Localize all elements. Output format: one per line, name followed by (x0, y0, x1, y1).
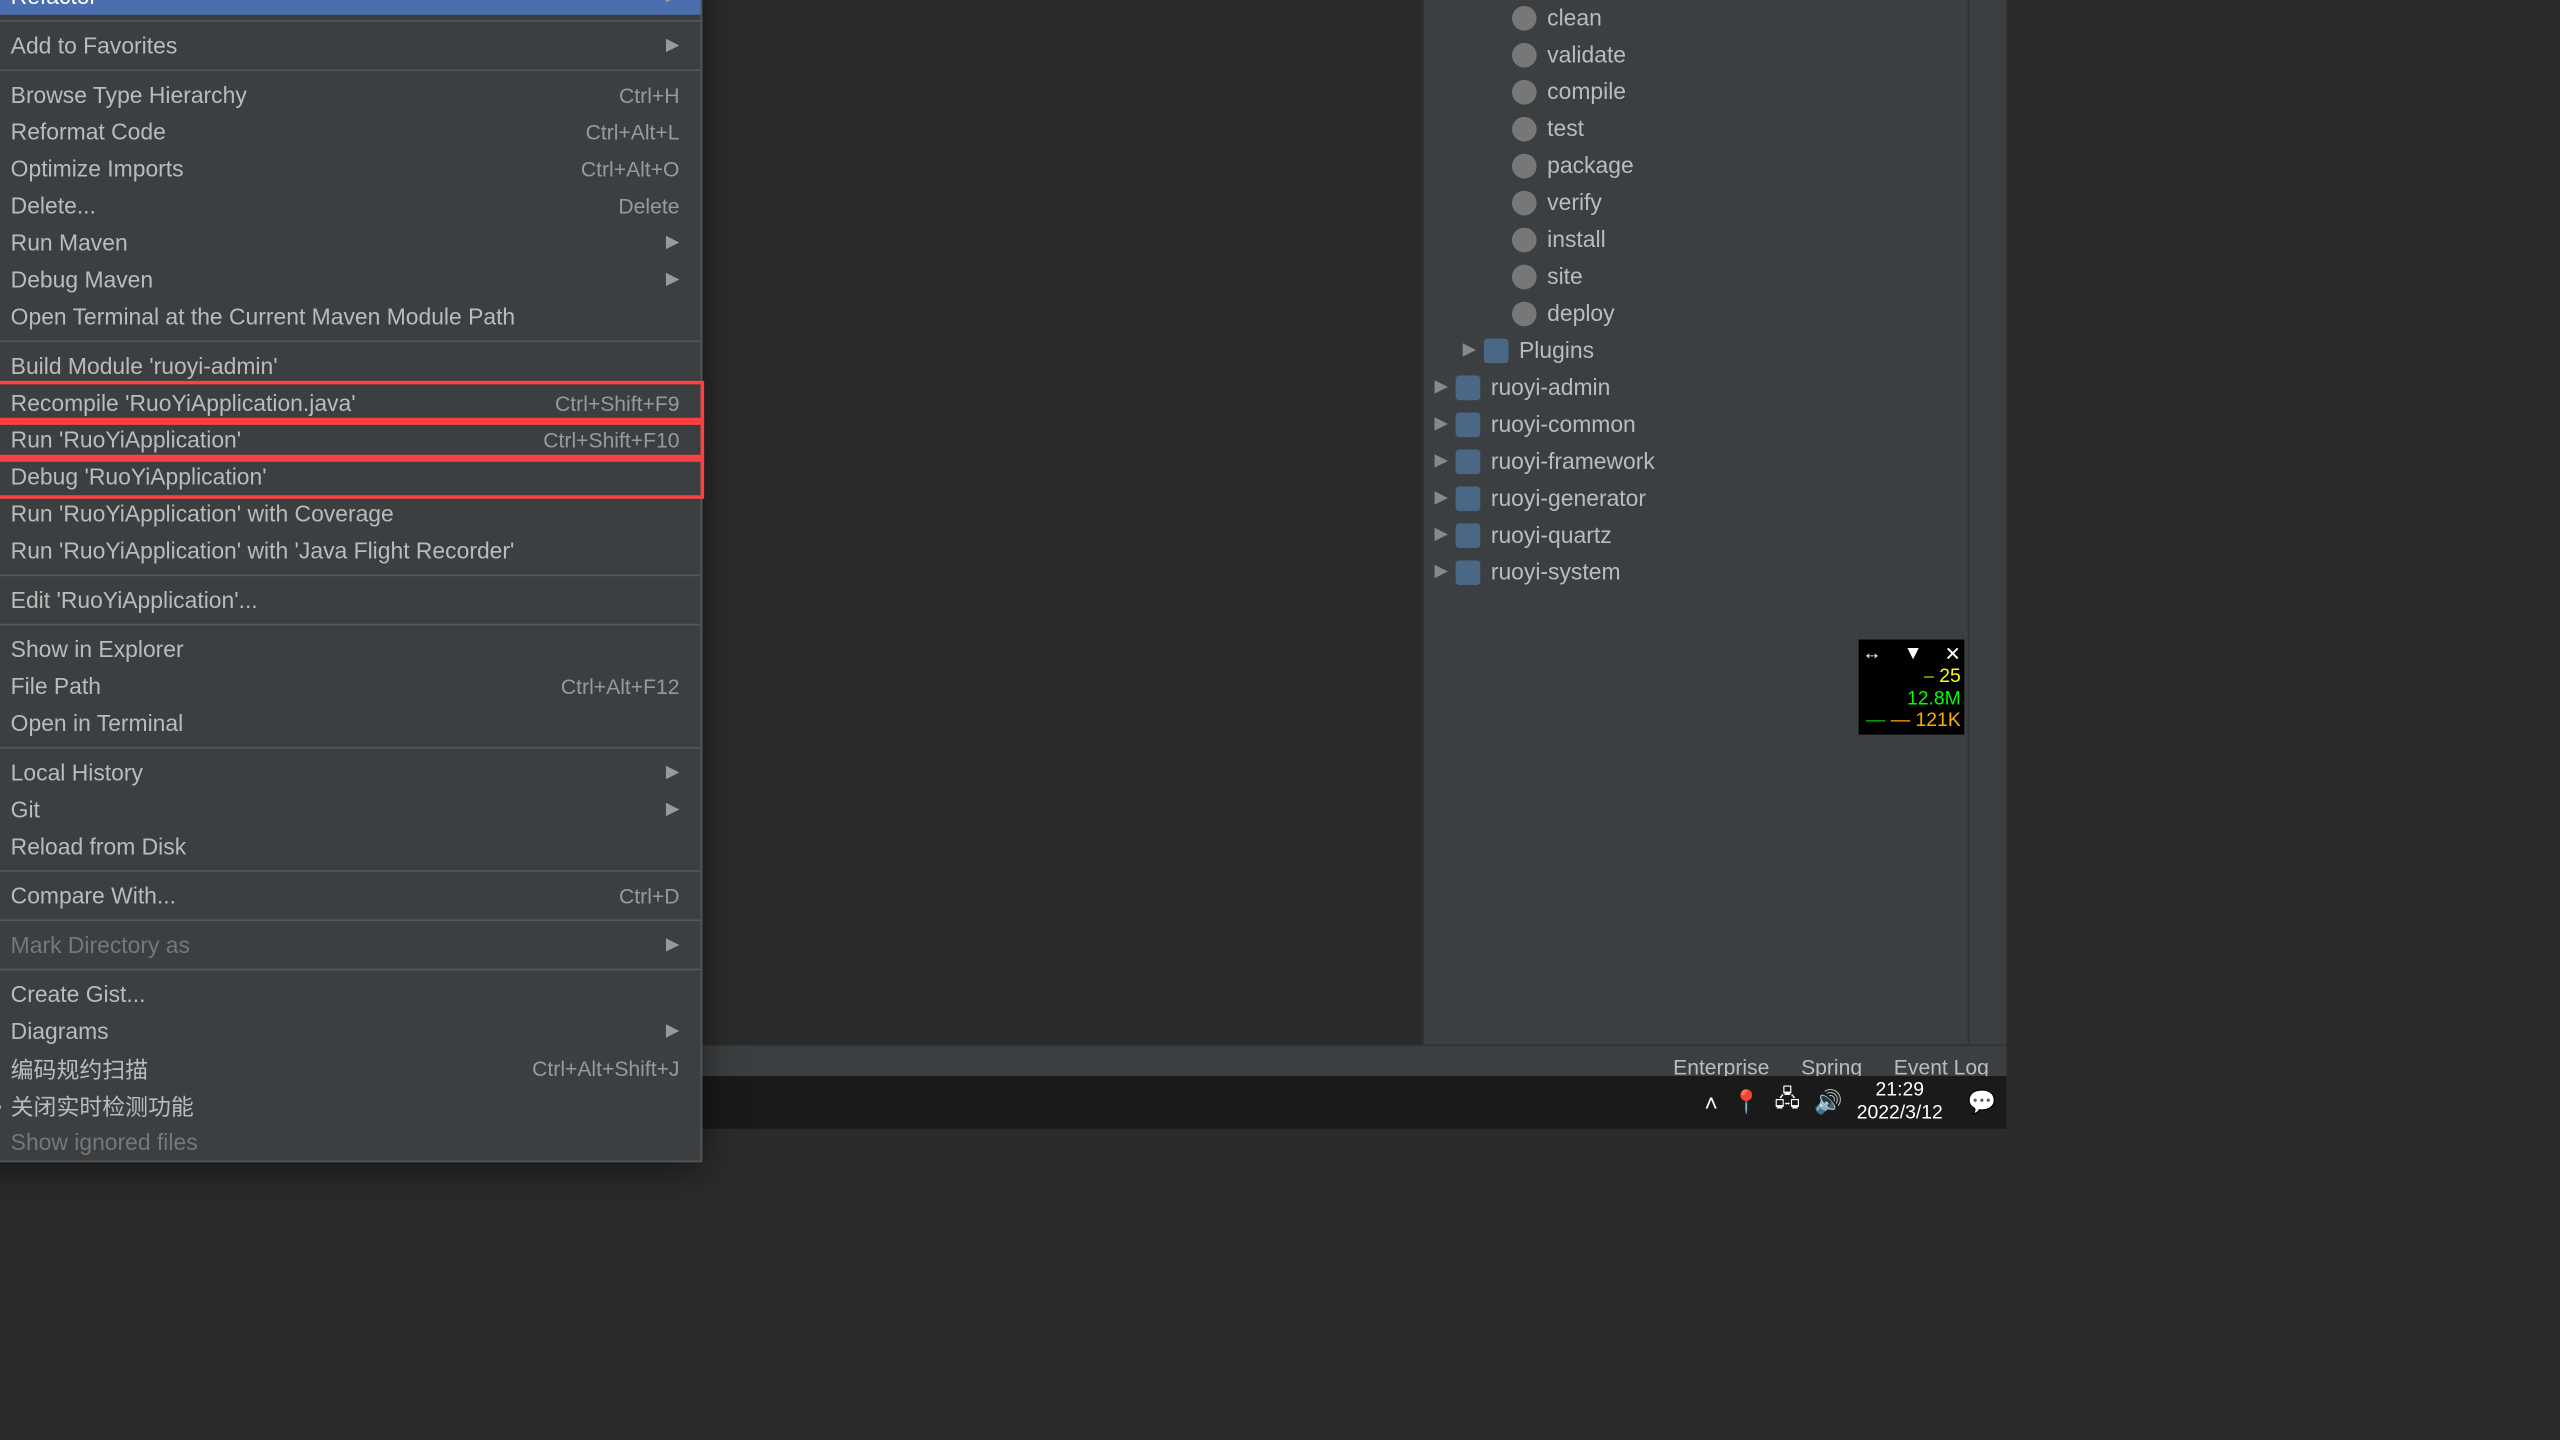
ctx-run-maven[interactable]: mRun Maven▶ (0, 224, 701, 261)
ctx-------[interactable]: 📋编码规约扫描Ctrl+Alt+Shift+J (0, 1050, 701, 1087)
ctx-create-gist---[interactable]: ◯Create Gist... (0, 976, 701, 1013)
ctx-add-to-favorites[interactable]: Add to Favorites▶ (0, 27, 701, 64)
bottom-tab-eventlog[interactable]: Event Log (1894, 1054, 1989, 1079)
ctx---------[interactable]: 👁关闭实时检测功能 (0, 1087, 701, 1124)
bottom-tab-spring[interactable]: Spring (1801, 1054, 1862, 1079)
tray-location-icon[interactable]: 📍 (1732, 1088, 1760, 1116)
tray-network-icon[interactable]: 🖧 (1775, 1083, 1801, 1122)
tray-notifications-icon[interactable]: 💬 (1967, 1088, 1995, 1116)
ctx-edit--ruoyiapplication----[interactable]: ✎Edit 'RuoYiApplication'... (0, 581, 701, 618)
maven-ruoyi-framework[interactable]: ▶ruoyi-framework (1424, 442, 1968, 479)
maven-tree[interactable]: ▼ruoyi (root)▼Lifecyclecleanvalidatecomp… (1424, 0, 1968, 1044)
ctx-reload-from-disk[interactable]: ⟳Reload from Disk (0, 828, 701, 865)
maven-clean[interactable]: clean (1424, 0, 1968, 36)
ctx-open-terminal-at-the-current-maven-module-path[interactable]: mOpen Terminal at the Current Maven Modu… (0, 298, 701, 335)
ctx-mark-directory-as: Mark Directory as▶ (0, 926, 701, 963)
ctx-refactor[interactable]: Refactor▶ (0, 0, 701, 15)
ctx-local-history[interactable]: Local History▶ (0, 754, 701, 791)
maven-deploy[interactable]: deploy (1424, 295, 1968, 332)
bottom-tab-enterprise[interactable]: Enterprise (1673, 1054, 1769, 1079)
context-menu[interactable]: New▶✂CutCtrl+XCopy▶📋PasteCtrl+VFind Usag… (0, 0, 702, 1162)
ctx-reformat-code[interactable]: Reformat CodeCtrl+Alt+L (0, 113, 701, 150)
maven-panel: Maven ⚙ — ⟳ 📁 ⬇ ＋ ▶ m ⧸ ◉ Ξ » ▼ruoyi (ro… (1422, 0, 1968, 1044)
ctx-diagrams[interactable]: Diagrams▶ (0, 1013, 701, 1050)
maven-validate[interactable]: validate (1424, 36, 1968, 73)
maven-package[interactable]: package (1424, 147, 1968, 184)
toolwindow-codeglance[interactable]: CodeGlance (1985, 0, 2006, 1030)
ctx-file-path[interactable]: File PathCtrl+Alt+F12 (0, 668, 701, 705)
ctx-compare-with---[interactable]: ⇄Compare With...Ctrl+D (0, 877, 701, 914)
ctx-debug-maven[interactable]: mDebug Maven▶ (0, 261, 701, 298)
ctx-delete---[interactable]: Delete...Delete (0, 187, 701, 224)
maven-ruoyi-common[interactable]: ▶ruoyi-common (1424, 405, 1968, 442)
taskbar-clock[interactable]: 21:29 2022/3/12 (1857, 1080, 1954, 1126)
toolwindow-keypromoter[interactable]: Key Promoter X (1943, 0, 1964, 1030)
right-tool-gutter: CodeGlance Maven Key Promoter X (1968, 0, 2007, 1044)
maven-verify[interactable]: verify (1424, 184, 1968, 221)
ctx-browse-type-hierarchy[interactable]: Browse Type HierarchyCtrl+H (0, 76, 701, 113)
maven-plugins[interactable]: ▶Plugins (1424, 332, 1968, 369)
ctx-recompile--ruoyiapplication-java-[interactable]: Recompile 'RuoYiApplication.java'Ctrl+Sh… (0, 384, 701, 421)
toolwindow-maven[interactable]: Maven (1964, 0, 1985, 1030)
ctx-open-in-terminal[interactable]: >_Open in Terminal (0, 705, 701, 742)
ctx-show-in-explorer[interactable]: Show in Explorer (0, 631, 701, 668)
maven-compile[interactable]: compile (1424, 73, 1968, 110)
ctx-show-ignored-files: •Show ignored files (0, 1124, 701, 1161)
ctx-debug--ruoyiapplication-[interactable]: 🐞Debug 'RuoYiApplication' (0, 458, 701, 495)
maven-test[interactable]: test (1424, 110, 1968, 147)
tray-volume-icon[interactable]: 🔊 (1814, 1088, 1842, 1116)
ctx-git[interactable]: Git▶ (0, 791, 701, 828)
maven-ruoyi-admin[interactable]: ▶ruoyi-admin (1424, 369, 1968, 406)
maven-ruoyi-generator[interactable]: ▶ruoyi-generator (1424, 479, 1968, 516)
tray-chevron-icon[interactable]: ˄ (1705, 1089, 1718, 1115)
maven-install[interactable]: install (1424, 221, 1968, 258)
ctx-optimize-imports[interactable]: Optimize ImportsCtrl+Alt+O (0, 150, 701, 187)
ctx-run--ruoyiapplication--with-coverage[interactable]: 🛡Run 'RuoYiApplication' with Coverage (0, 495, 701, 532)
maven-ruoyi-system[interactable]: ▶ruoyi-system (1424, 553, 1968, 590)
ctx-build-module--ruoyi-admin-[interactable]: Build Module 'ruoyi-admin' (0, 347, 701, 384)
ctx-run--ruoyiapplication-[interactable]: ▶Run 'RuoYiApplication'Ctrl+Shift+F10 (0, 421, 701, 458)
memory-indicator: ↔▼✕ ⎯ 25 12.8M — — 121K (1859, 640, 1965, 735)
maven-ruoyi-quartz[interactable]: ▶ruoyi-quartz (1424, 516, 1968, 553)
ctx-run--ruoyiapplication--with--java-flight-recorder-[interactable]: ◉Run 'RuoYiApplication' with 'Java Fligh… (0, 532, 701, 569)
maven-site[interactable]: site (1424, 258, 1968, 295)
